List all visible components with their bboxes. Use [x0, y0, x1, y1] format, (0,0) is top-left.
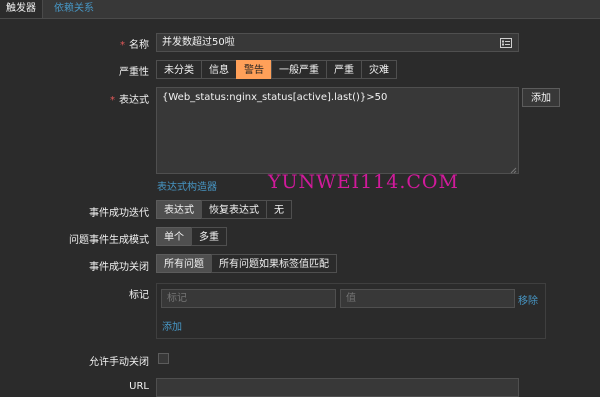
severity-option-average[interactable]: 一般严重: [271, 60, 327, 79]
severity-option-information[interactable]: 信息: [201, 60, 237, 79]
manual-close-checkbox[interactable]: [158, 353, 169, 364]
name-input-value: 并发数超过50啦: [162, 37, 235, 48]
expression-label-text: 表达式: [119, 95, 149, 106]
expression-value: {Web_status:nginx_status[active].last()}…: [162, 92, 388, 103]
url-label: URL: [129, 381, 149, 392]
name-label-text: 名称: [129, 40, 149, 51]
watermark-text: YUNWEI114.COM: [268, 171, 459, 193]
severity-option-disaster[interactable]: 灾难: [361, 60, 397, 79]
severity-label: 严重性: [119, 67, 149, 78]
expression-textarea[interactable]: {Web_status:nginx_status[active].last()}…: [156, 87, 519, 174]
tab-trigger[interactable]: 触发器: [0, 0, 43, 18]
severity-option-unclassified[interactable]: 未分类: [156, 60, 202, 79]
ok-event-option-expression[interactable]: 表达式: [156, 200, 202, 219]
required-marker: *: [120, 40, 125, 51]
ok-close-option-all[interactable]: 所有问题: [156, 254, 212, 273]
problem-event-mode-group: 单个 多重: [156, 227, 227, 246]
tags-label: 标记: [129, 290, 149, 301]
ok-event-generation-group: 表达式 恢复表达式 无: [156, 200, 292, 219]
problem-mode-option-multiple[interactable]: 多重: [191, 227, 227, 246]
severity-option-warning[interactable]: 警告: [236, 60, 272, 79]
tag-add-link[interactable]: 添加: [162, 318, 182, 333]
severity-group: 未分类 信息 警告 一般严重 严重 灾难: [156, 60, 397, 79]
expression-builder-link[interactable]: 表达式构造器: [157, 178, 217, 193]
tag-value-input[interactable]: [340, 289, 515, 308]
ok-event-closes-group: 所有问题 所有问题如果标签值匹配: [156, 254, 337, 273]
expression-add-button[interactable]: 添加: [522, 88, 560, 107]
tab-bar: 触发器 依赖关系: [0, 0, 600, 19]
ok-event-closes-label: 事件成功关闭: [89, 262, 149, 273]
required-marker: *: [110, 95, 115, 106]
problem-event-mode-label: 问题事件生成模式: [69, 235, 149, 246]
tag-remove-link[interactable]: 移除: [518, 292, 538, 307]
problem-mode-option-single[interactable]: 单个: [156, 227, 192, 246]
tag-name-input[interactable]: [161, 289, 336, 308]
ok-event-generation-label: 事件成功迭代: [89, 208, 149, 219]
name-label: * 名称: [120, 36, 149, 51]
expression-label: * 表达式: [110, 91, 149, 106]
ok-close-option-tag-match[interactable]: 所有问题如果标签值匹配: [211, 254, 337, 273]
severity-option-high[interactable]: 严重: [326, 60, 362, 79]
manual-close-label: 允许手动关闭: [89, 357, 149, 368]
ok-event-option-none[interactable]: 无: [266, 200, 292, 219]
resize-handle-icon[interactable]: [510, 165, 517, 174]
tab-dependencies[interactable]: 依赖关系: [48, 0, 100, 18]
list-icon[interactable]: [500, 37, 512, 48]
ok-event-option-recovery-expression[interactable]: 恢复表达式: [201, 200, 267, 219]
name-input[interactable]: 并发数超过50啦: [156, 33, 519, 52]
url-input[interactable]: [156, 378, 519, 397]
